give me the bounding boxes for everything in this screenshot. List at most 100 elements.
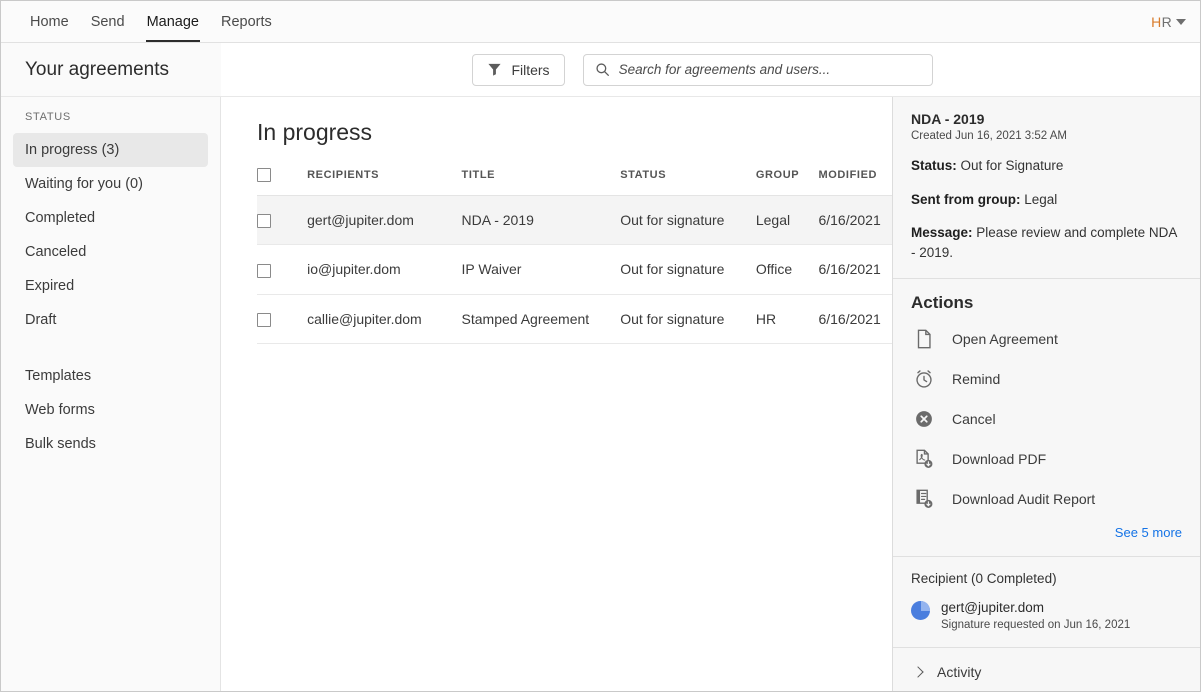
activity-label: Activity <box>937 664 982 681</box>
nav-item-reports[interactable]: Reports <box>210 1 283 42</box>
recipient-item[interactable]: gert@jupiter.dom Signature requested on … <box>911 599 1182 631</box>
table-row[interactable]: callie@jupiter.dom Stamped Agreement Out… <box>257 294 892 344</box>
cell-modified: 6/16/2021 <box>818 244 892 295</box>
recipient-section: Recipient (0 Completed) gert@jupiter.dom… <box>893 557 1200 649</box>
nav-item-manage[interactable]: Manage <box>136 1 210 42</box>
cell-modified: 6/16/2021 <box>818 195 892 246</box>
filters-button[interactable]: Filters <box>472 53 565 86</box>
details-status-label: Status: <box>911 158 957 173</box>
row-checkbox[interactable] <box>257 312 271 327</box>
cell-status: Out for signature <box>620 195 756 246</box>
cell-recipient: callie@jupiter.dom <box>307 294 462 344</box>
sidebar-item-web-forms[interactable]: Web forms <box>13 393 208 427</box>
recipient-info: gert@jupiter.dom Signature requested on … <box>941 599 1130 631</box>
select-all-header <box>257 168 308 196</box>
table-row[interactable]: io@jupiter.dom IP Waiver Out for signatu… <box>257 244 892 295</box>
list-title: In progress <box>257 119 373 145</box>
recipient-email: gert@jupiter.dom <box>941 600 1045 616</box>
details-message-label: Message: <box>911 225 973 241</box>
action-cancel[interactable]: Cancel <box>911 399 1182 439</box>
row-checkbox-cell <box>257 244 308 295</box>
filter-icon <box>488 63 502 76</box>
account-initial-first: H <box>1151 13 1162 30</box>
account-menu[interactable]: HR <box>1151 1 1200 42</box>
cell-title: NDA - 2019 <box>461 195 621 246</box>
action-open-agreement-label: Open Agreement <box>952 331 1058 348</box>
sidebar-item-waiting-for-you[interactable]: Waiting for you (0) <box>13 167 208 201</box>
details-document-title: NDA - 2019 <box>911 111 985 127</box>
recipient-heading: Recipient (0 Completed) <box>911 571 1057 587</box>
action-download-audit-report[interactable]: Download Audit Report <box>911 479 1182 519</box>
details-panel: NDA - 2019 Created Jun 16, 2021 3:52 AM … <box>892 97 1200 691</box>
nav-item-home[interactable]: Home <box>19 1 80 42</box>
details-group-field: Sent from group: Legal <box>911 190 1182 210</box>
download-audit-icon <box>916 489 933 509</box>
details-summary-section: NDA - 2019 Created Jun 16, 2021 3:52 AM … <box>893 97 1200 280</box>
cell-status: Out for signature <box>620 294 756 344</box>
action-cancel-label: Cancel <box>952 411 996 428</box>
sidebar-item-templates[interactable]: Templates <box>13 359 208 393</box>
document-icon <box>917 329 931 349</box>
details-message-field: Message: Please review and complete NDA … <box>911 223 1182 262</box>
download-pdf-icon <box>916 449 933 469</box>
details-group-label: Sent from group: <box>911 191 1021 207</box>
action-download-audit-label: Download Audit Report <box>952 491 1096 508</box>
cell-recipient: io@jupiter.dom <box>307 244 462 295</box>
action-remind[interactable]: Remind <box>911 359 1182 399</box>
row-checkbox-cell <box>257 294 308 344</box>
sidebar-item-canceled[interactable]: Canceled <box>13 235 208 269</box>
row-checkbox-cell <box>257 195 308 246</box>
activity-toggle[interactable]: Activity <box>893 648 1200 691</box>
cell-modified: 6/16/2021 <box>818 294 892 344</box>
cell-title: Stamped Agreement <box>461 294 621 344</box>
cancel-circle-icon <box>916 411 932 428</box>
cell-group: HR <box>755 294 819 344</box>
column-header-modified[interactable]: MODIFIED <box>818 168 892 196</box>
sidebar-item-in-progress[interactable]: In progress (3) <box>13 133 208 167</box>
sidebar-item-bulk-sends[interactable]: Bulk sends <box>13 427 208 461</box>
column-header-recipients[interactable]: RECIPIENTS <box>307 168 462 196</box>
column-header-title[interactable]: TITLE <box>461 168 621 196</box>
account-initials: HR <box>1151 14 1172 30</box>
toolbar: Filters <box>221 43 1200 96</box>
sidebar-item-completed[interactable]: Completed <box>13 201 208 235</box>
account-initial-second: R <box>1161 13 1172 30</box>
alarm-clock-icon <box>916 370 932 388</box>
top-navigation-bar: Home Send Manage Reports HR <box>1 1 1200 43</box>
agreements-table: RECIPIENTS TITLE STATUS GROUP MODIFIED g… <box>257 168 892 344</box>
sidebar-item-expired[interactable]: Expired <box>13 269 208 303</box>
sidebar-divider-space <box>1 337 220 359</box>
subheader: Your agreements Filters <box>1 43 1200 97</box>
column-header-status[interactable]: STATUS <box>620 168 756 196</box>
cell-title: IP Waiver <box>461 244 621 295</box>
nav-item-send[interactable]: Send <box>80 1 136 42</box>
nav-items: Home Send Manage Reports <box>1 1 283 42</box>
sidebar: STATUS In progress (3) Waiting for you (… <box>1 97 221 691</box>
row-checkbox[interactable] <box>257 263 271 278</box>
body-container: STATUS In progress (3) Waiting for you (… <box>1 97 1200 691</box>
column-header-group[interactable]: GROUP <box>755 168 819 196</box>
table-header-row: RECIPIENTS TITLE STATUS GROUP MODIFIED <box>257 168 892 196</box>
see-more-link[interactable]: See 5 more <box>911 525 1182 540</box>
sidebar-item-draft[interactable]: Draft <box>13 303 208 337</box>
chevron-down-icon <box>1176 18 1186 25</box>
select-all-checkbox[interactable] <box>257 168 271 182</box>
search-icon <box>595 63 609 76</box>
action-download-pdf-label: Download PDF <box>952 451 1047 468</box>
agreements-panel: In progress RECIPIENTS TITLE STATUS GROU… <box>221 97 892 691</box>
sidebar-group-label: STATUS <box>25 111 71 123</box>
filters-button-label: Filters <box>511 61 550 78</box>
search-box[interactable] <box>582 53 933 86</box>
recipient-status-text: Signature requested on Jun 16, 2021 <box>941 619 1131 632</box>
table-row[interactable]: gert@jupiter.dom NDA - 2019 Out for sign… <box>257 195 892 246</box>
cell-group: Office <box>755 244 819 295</box>
page-title-container: Your agreements <box>1 43 221 96</box>
action-download-pdf[interactable]: Download PDF <box>911 439 1182 479</box>
chevron-right-icon <box>912 666 924 678</box>
details-status-field: Status: Out for Signature <box>911 156 1182 176</box>
details-status-value: Out for Signature <box>960 158 1064 173</box>
row-checkbox[interactable] <box>257 214 271 229</box>
action-open-agreement[interactable]: Open Agreement <box>911 319 1182 359</box>
application-window: Home Send Manage Reports HR Your agreeme… <box>0 0 1201 692</box>
search-input[interactable] <box>618 62 921 77</box>
